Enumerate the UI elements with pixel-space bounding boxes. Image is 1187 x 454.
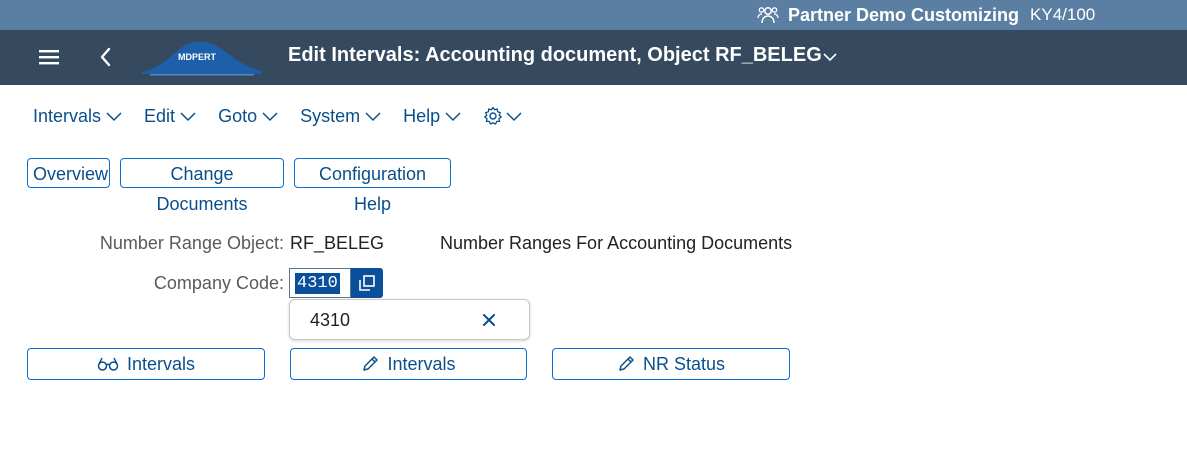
top-bar: Partner Demo Customizing KY4/100 <box>0 0 1187 30</box>
system-id: KY4/100 <box>1030 5 1096 24</box>
menu-settings[interactable] <box>483 106 522 126</box>
company-code-label: Company Code: <box>153 273 284 293</box>
menu-edit[interactable]: Edit <box>144 106 196 127</box>
chevron-down-icon <box>262 112 278 122</box>
menu-goto[interactable]: Goto <box>218 106 278 127</box>
chevron-down-icon <box>106 112 122 122</box>
nr-object-description: Number Ranges For Accounting Documents <box>440 233 793 253</box>
partner-name: Partner Demo Customizing <box>788 4 1020 25</box>
suggestion-popover: 4310 <box>289 299 530 340</box>
menu-help[interactable]: Help <box>403 106 461 127</box>
logo-text: MDPERT <box>178 52 217 62</box>
menu-intervals[interactable]: Intervals <box>33 106 122 127</box>
pencil-icon <box>619 356 634 371</box>
gear-icon <box>484 106 503 125</box>
configuration-help-button[interactable]: Configuration Help <box>294 158 451 214</box>
change-intervals-button[interactable]: Intervals <box>290 348 527 380</box>
company-logo[interactable]: MDPERT <box>140 36 264 80</box>
menu-system[interactable]: System <box>300 106 381 127</box>
value-help-button[interactable] <box>351 268 383 298</box>
chevron-down-icon <box>365 112 381 122</box>
chevron-down-icon <box>445 112 461 122</box>
partner-group: Partner Demo Customizing KY4/100 <box>757 3 1095 27</box>
chevron-down-icon <box>506 112 522 122</box>
overview-button[interactable]: Overview <box>27 158 110 188</box>
chevron-down-icon[interactable] <box>822 50 838 64</box>
company-code-selected-text: 4310 <box>295 273 340 294</box>
glasses-icon <box>97 357 119 371</box>
menu-label: System <box>300 105 361 126</box>
hamburger-menu-icon[interactable] <box>37 47 61 67</box>
button-label: Intervals <box>387 353 456 374</box>
suggestion-item[interactable]: 4310 <box>310 310 350 331</box>
back-arrow-icon[interactable] <box>96 45 116 69</box>
button-label: Intervals <box>126 353 196 374</box>
menu-label: Help <box>403 105 441 126</box>
menu-bar: Intervals Edit Goto System Help <box>33 104 522 128</box>
pencil-icon <box>363 356 379 371</box>
display-intervals-button[interactable]: Intervals <box>27 348 265 380</box>
user-group-icon <box>757 7 779 24</box>
nr-status-button[interactable]: NR Status <box>552 348 790 380</box>
close-icon[interactable] <box>481 312 497 328</box>
menu-label: Goto <box>218 105 258 126</box>
change-documents-button[interactable]: Change Documents <box>120 158 284 214</box>
chevron-down-icon <box>180 112 196 122</box>
nr-object-value: RF_BELEG <box>290 233 385 253</box>
button-label: NR Status <box>642 353 726 374</box>
value-help-icon <box>359 275 375 291</box>
menu-label: Edit <box>144 105 176 126</box>
page-title: Edit Intervals: Accounting document, Obj… <box>288 44 822 66</box>
nr-object-label: Number Range Object: <box>99 233 284 253</box>
company-code-input[interactable]: 4310 <box>289 268 351 298</box>
menu-label: Intervals <box>33 105 102 126</box>
